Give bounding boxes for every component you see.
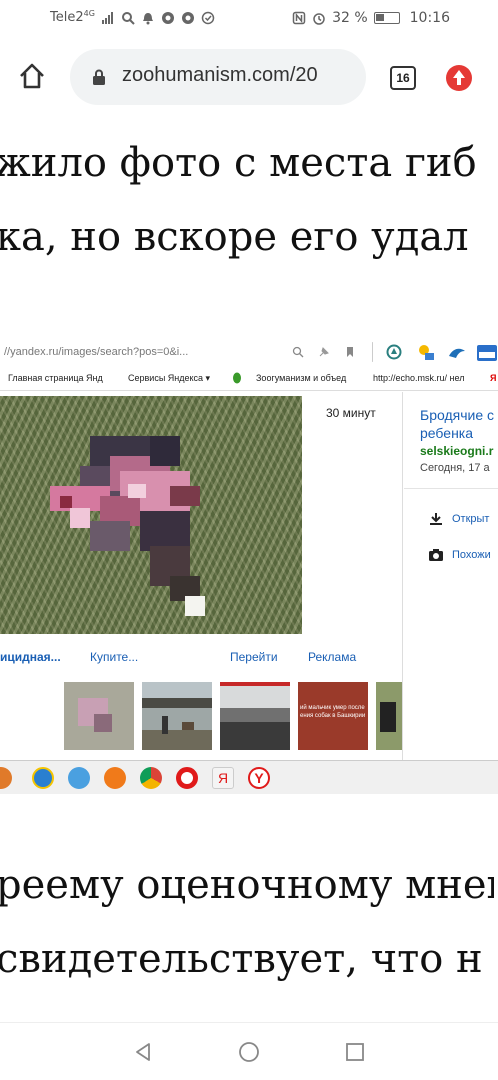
thumbnail[interactable]: ий мальчик умер после ения собак в Башки… bbox=[298, 682, 368, 750]
open-action-label: Открыт bbox=[452, 513, 490, 525]
article-text-line: свидетельствует, что н bbox=[0, 936, 483, 982]
battery-percent: 32 % bbox=[332, 10, 368, 26]
opera-icon[interactable] bbox=[176, 767, 198, 789]
embedded-taskbar: Я Y bbox=[0, 760, 498, 794]
article-text-line: реему оценочному мнен bbox=[0, 862, 494, 908]
thumbnail[interactable] bbox=[220, 682, 290, 750]
browser-toolbar: zoohumanism.com/20 16 bbox=[0, 40, 498, 114]
app-icon[interactable] bbox=[0, 767, 12, 789]
embedded-url: //yandex.ru/images/search?pos=0&i... bbox=[4, 346, 189, 358]
visit-link[interactable]: Перейти bbox=[230, 650, 278, 664]
ie-icon[interactable] bbox=[32, 767, 54, 789]
result-date: Сегодня, 17 а bbox=[420, 462, 490, 474]
news-icon bbox=[477, 345, 497, 361]
dolphin-icon bbox=[449, 348, 465, 358]
lock-icon bbox=[93, 69, 105, 85]
result-title-line: ребенка bbox=[420, 425, 474, 441]
bookmark-item[interactable]: Главная страница Янд bbox=[8, 373, 103, 383]
chrome-icon[interactable] bbox=[140, 767, 162, 789]
thumbnail[interactable] bbox=[142, 682, 212, 750]
clock: 10:16 bbox=[409, 10, 450, 26]
nfc-icon bbox=[292, 11, 306, 25]
update-icon[interactable] bbox=[446, 65, 472, 91]
embedded-address-bar: //yandex.ru/images/search?pos=0&i... bbox=[0, 338, 498, 366]
alarm-icon bbox=[313, 13, 325, 25]
divider bbox=[402, 392, 403, 782]
divider bbox=[404, 488, 498, 489]
check-circle-icon bbox=[201, 11, 215, 24]
similar-action-label: Похожи bbox=[452, 549, 491, 561]
time-ago-label: 30 минут bbox=[326, 406, 376, 420]
result-site[interactable]: selskieogni.r bbox=[420, 444, 493, 458]
embedded-screenshot: //yandex.ru/images/search?pos=0&i... Гла… bbox=[0, 332, 498, 794]
result-title-line: Бродячие с bbox=[420, 407, 494, 423]
result-title[interactable]: Бродячие с ребенка bbox=[420, 406, 494, 442]
thumbnail-caption: ий мальчик умер после ения собак в Башки… bbox=[300, 705, 366, 719]
divider bbox=[0, 390, 498, 391]
download-icon bbox=[430, 513, 442, 525]
alarm-notification-icon bbox=[142, 12, 153, 24]
yandex-icon[interactable]: Я bbox=[212, 767, 234, 789]
bookmark-item[interactable]: Я bbox=[490, 373, 496, 383]
embedded-bookmarks-bar: Главная страница Янд Сервисы Яндекса ▾ З… bbox=[0, 368, 498, 388]
bookmark-item[interactable]: Зоогуманизм и объед bbox=[256, 373, 346, 383]
ads-link[interactable]: Реклама bbox=[308, 650, 356, 664]
search-icon bbox=[292, 346, 304, 358]
home-circle-icon[interactable] bbox=[238, 1041, 260, 1063]
battery-icon bbox=[373, 12, 400, 24]
bookmark-item[interactable]: http://echo.msk.ru/ нел bbox=[373, 373, 464, 383]
recents-icon[interactable] bbox=[344, 1041, 366, 1063]
open-action[interactable]: Открыт bbox=[428, 512, 489, 526]
camera-icon bbox=[429, 549, 443, 561]
bookmark-icon bbox=[347, 347, 353, 357]
carrier-label: Tele2 bbox=[50, 10, 84, 25]
app-notification-icon bbox=[161, 11, 174, 24]
home-icon[interactable] bbox=[16, 60, 48, 92]
leaf-icon bbox=[233, 372, 241, 384]
signal-icon bbox=[101, 11, 113, 24]
yandex-browser-icon[interactable]: Y bbox=[248, 767, 270, 789]
tab-switcher-button[interactable]: 16 bbox=[390, 66, 416, 90]
network-label: 4G bbox=[83, 9, 95, 18]
result-link[interactable]: Купите... bbox=[90, 650, 138, 664]
back-icon[interactable] bbox=[132, 1041, 154, 1063]
bookmark-item[interactable]: Сервисы Яндекса ▾ bbox=[128, 373, 210, 384]
weather-icon bbox=[419, 345, 434, 360]
globe-icon[interactable] bbox=[68, 767, 90, 789]
article-text-line: жило фото с места гиб bbox=[0, 140, 477, 186]
url-text: zoohumanism.com/20 bbox=[122, 64, 318, 86]
chrome-notification-icon bbox=[181, 11, 194, 24]
firefox-icon[interactable] bbox=[104, 767, 126, 789]
result-link[interactable]: ицидная... bbox=[0, 650, 61, 664]
extension-icon bbox=[386, 344, 402, 360]
article-text-line: ка, но вскоре его удал bbox=[0, 214, 469, 260]
search-icon bbox=[121, 11, 135, 25]
pin-icon bbox=[319, 347, 329, 357]
android-nav-bar bbox=[0, 1022, 498, 1080]
similar-action[interactable]: Похожи bbox=[428, 548, 491, 562]
thumbnail[interactable] bbox=[376, 682, 402, 750]
address-bar[interactable]: zoohumanism.com/20 bbox=[70, 49, 366, 105]
pixelated-image[interactable] bbox=[0, 396, 302, 634]
status-bar: Tele2 4G 32 % 10:16 bbox=[0, 0, 498, 38]
thumbnail[interactable] bbox=[64, 682, 134, 750]
